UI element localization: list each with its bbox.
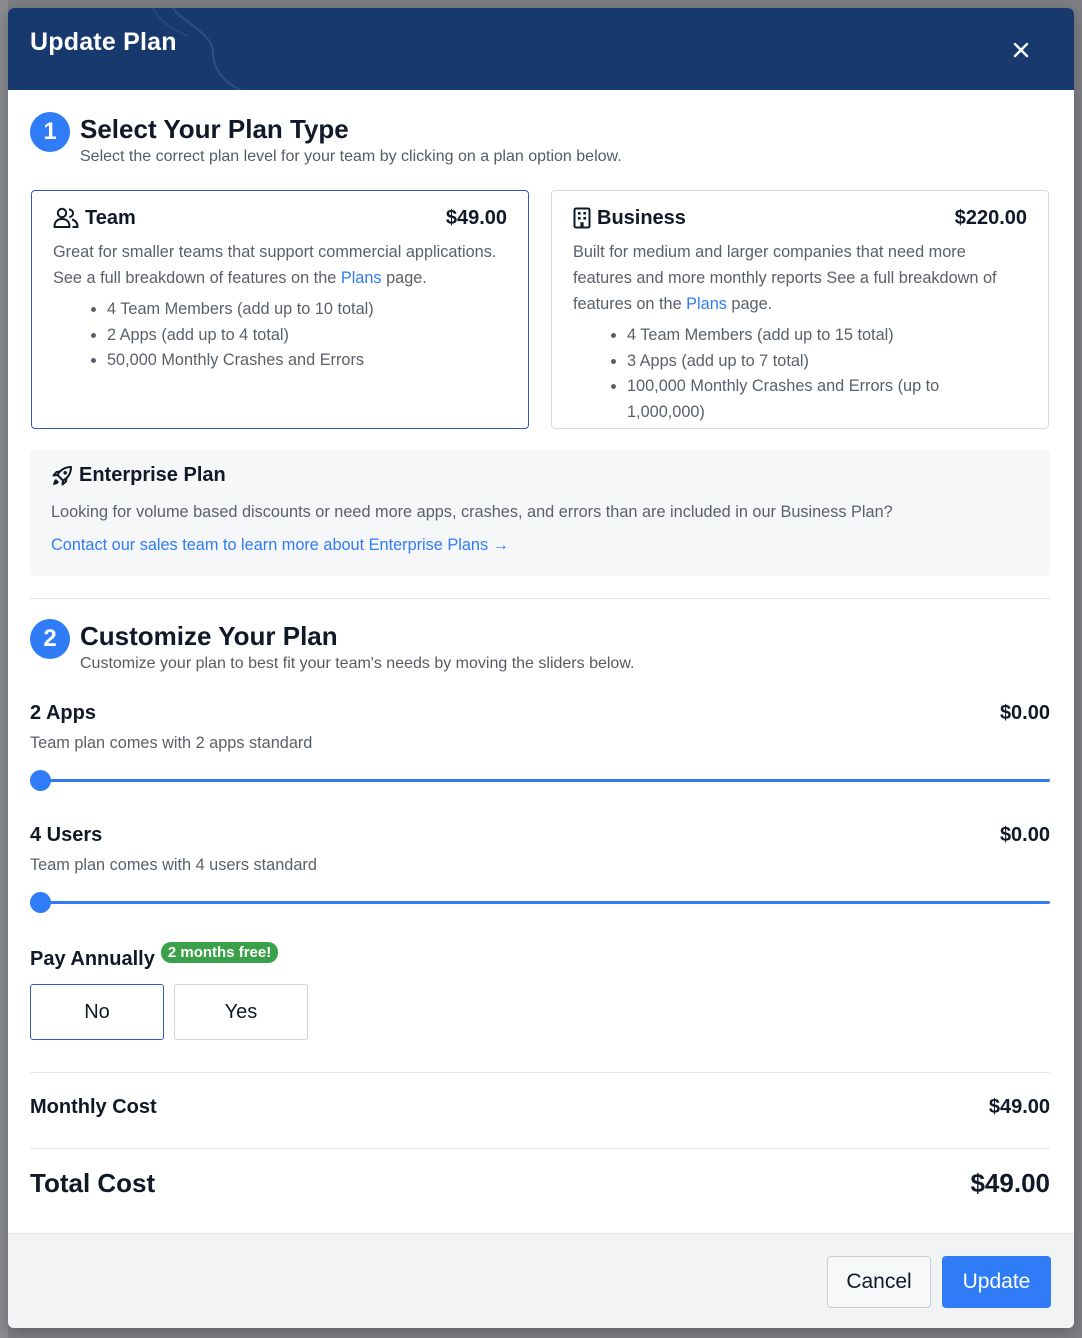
rocket-icon [52,465,72,485]
plan-feature: 4 Team Members (add up to 10 total) [107,297,507,323]
months-free-badge: 2 months free! [160,942,279,963]
cancel-button[interactable]: Cancel [827,1256,931,1308]
enterprise-title: Enterprise Plan [79,464,226,486]
step2-subtitle: Customize your plan to best fit your tea… [80,655,635,672]
plans-link[interactable]: Plans [341,269,382,287]
enterprise-text: Looking for volume based discounts or ne… [51,503,893,521]
plan-card-business[interactable]: Business $220.00 Built for medium and la… [551,190,1049,429]
users-slider-thumb[interactable] [30,892,51,913]
step1-title: Select Your Plan Type [80,114,349,144]
enterprise-contact-link[interactable]: Contact our sales team to learn more abo… [51,536,1029,555]
apps-subtitle: Team plan comes with 2 apps standard [30,734,313,752]
plan-options: Team $49.00 Great for smaller teams that… [30,190,1050,430]
plan-price: $49.00 [445,206,507,229]
step2-number: 2 [30,619,70,659]
users-slider-track[interactable] [40,901,1050,904]
apps-slider-thumb[interactable] [30,770,51,791]
apps-count: 2 Apps [30,702,96,724]
plan-feature: 2 Apps (add up to 4 total) [107,323,507,349]
total-cost-label: Total Cost [30,1168,156,1198]
pay-annually-yes-button[interactable]: Yes [174,984,308,1040]
pay-annually-row: Pay Annually 2 months free! [30,942,279,971]
monthly-cost-row: Monthly Cost $49.00 [30,1096,1050,1119]
update-plan-modal: Update Plan 1 Select Your Plan Type Sele… [8,8,1074,1328]
cost-divider-top [30,1072,1050,1073]
backdrop [0,0,8,1338]
plan-features: 4 Team Members (add up to 15 total) 3 Ap… [573,323,1027,425]
plan-price: $220.00 [954,206,1027,229]
step1-number: 1 [30,112,70,152]
close-button[interactable] [1006,35,1036,65]
monthly-cost-label: Monthly Cost [30,1096,157,1118]
total-cost-value: $49.00 [970,1168,1050,1198]
plan-description-text: Great for smaller teams that support com… [53,243,497,287]
total-cost-row: Total Cost $49.00 [30,1168,1050,1199]
modal-footer: Cancel Update [8,1233,1074,1328]
plan-feature: 100,000 Monthly Crashes and Errors (up t… [627,374,987,425]
apps-slider-track[interactable] [40,779,1050,782]
plan-description-text-end: page. [726,295,773,313]
pay-annually-no-button[interactable]: No [30,984,164,1040]
modal-title: Update Plan [30,28,177,56]
users-price: $0.00 [999,824,1050,846]
building-icon [573,207,591,229]
apps-price: $0.00 [999,702,1050,724]
monthly-cost-value: $49.00 [988,1096,1050,1118]
plan-feature: 3 Apps (add up to 7 total) [627,349,987,375]
plan-features: 4 Team Members (add up to 10 total) 2 Ap… [53,297,507,374]
plan-description-text: Built for medium and larger companies th… [573,243,997,313]
apps-slider-block: 2 Apps $0.00 Team plan comes with 2 apps… [30,702,1050,792]
plan-feature: 50,000 Monthly Crashes and Errors [107,348,507,374]
plan-name: Team [85,206,136,229]
users-icon [53,207,79,228]
plan-card-team[interactable]: Team $49.00 Great for smaller teams that… [31,190,529,429]
step1-subtitle: Select the correct plan level for your t… [80,148,622,165]
enterprise-plan-panel: Enterprise Plan Looking for volume based… [30,450,1050,576]
users-count: 4 Users [30,824,103,846]
plan-name: Business [597,206,686,229]
users-subtitle: Team plan comes with 4 users standard [30,856,317,874]
plan-feature: 4 Team Members (add up to 15 total) [627,323,987,349]
modal-header: Update Plan [8,8,1074,90]
step2-title: Customize Your Plan [80,621,338,651]
close-icon [1013,42,1029,58]
users-slider-block: 4 Users $0.00 Team plan comes with 4 use… [30,824,1050,914]
cost-divider-bottom [30,1148,1050,1149]
plans-link[interactable]: Plans [686,295,727,313]
plan-description: Great for smaller teams that support com… [53,239,507,291]
pay-annually-label: Pay Annually [30,948,155,970]
plan-description-text-end: page. [381,269,427,287]
plan-description: Built for medium and larger companies th… [573,239,1027,317]
section-divider [30,598,1050,599]
update-button[interactable]: Update [942,1256,1051,1308]
